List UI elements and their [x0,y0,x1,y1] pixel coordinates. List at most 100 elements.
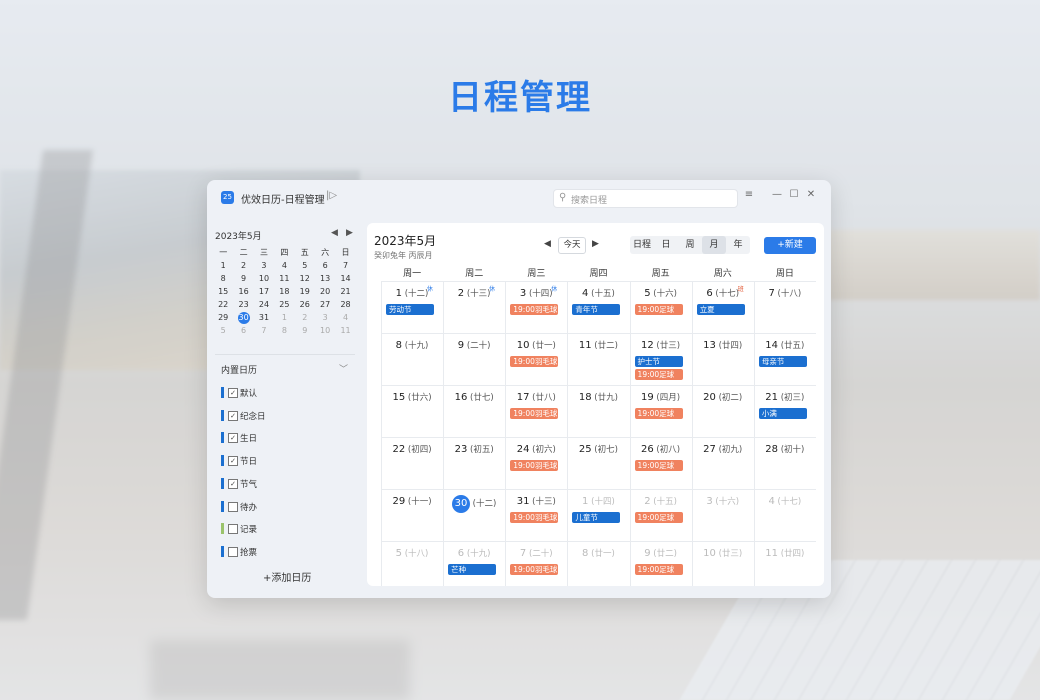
view-option-年[interactable]: 年 [726,236,750,254]
view-option-周[interactable]: 周 [678,236,702,254]
mini-next-month-icon[interactable]: ▶ [346,228,353,238]
day-cell[interactable]: 31 (十三) 19:00羽毛球 [505,489,568,541]
mini-day[interactable]: 31 [254,311,274,324]
mini-day[interactable]: 21 [335,285,355,298]
day-cell[interactable]: 21 (初三) 小满 [753,385,816,437]
mini-day[interactable]: 9 [295,324,315,337]
day-cell[interactable]: 22 (初四) [381,437,444,489]
day-cell[interactable]: 5 (十八) [381,541,444,586]
day-cell[interactable]: 13 (廿四) [691,333,754,385]
mini-day[interactable]: 28 [335,298,355,311]
calendar-checkbox[interactable]: ✓ [228,433,238,444]
calendar-checkbox[interactable] [228,501,238,512]
day-cell[interactable]: 19 (四月) 19:00足球 [629,385,692,437]
day-cell[interactable]: 10 (廿三) [691,541,754,586]
day-cell[interactable]: 6 (十七) 班立夏 [691,281,754,333]
mini-day[interactable]: 1 [274,311,294,324]
day-cell[interactable]: 1 (十二) 休劳动节 [381,281,444,333]
event-chip[interactable]: 青年节 [572,304,621,315]
mini-day[interactable]: 8 [213,272,233,285]
day-cell[interactable]: 8 (十九) [381,333,444,385]
day-cell[interactable]: 23 (初五) [443,437,506,489]
mini-day[interactable]: 2 [233,259,253,272]
mini-day[interactable]: 15 [213,285,233,298]
calendar-item[interactable]: 记录 [221,522,351,536]
mini-day[interactable]: 3 [254,259,274,272]
calendar-checkbox[interactable]: ✓ [228,410,238,421]
mini-day[interactable]: 30 [233,311,253,324]
day-cell[interactable]: 3 (十六) [691,489,754,541]
day-cell[interactable]: 11 (廿四) [753,541,816,586]
day-cell[interactable]: 20 (初二) [691,385,754,437]
mini-day[interactable]: 5 [213,324,233,337]
day-cell[interactable]: 7 (二十) 19:00羽毛球 [505,541,568,586]
day-cell[interactable]: 18 (廿九) [567,385,630,437]
chevron-down-icon[interactable]: ﹀ [339,362,348,375]
day-cell[interactable]: 28 (初十) [753,437,816,489]
day-cell[interactable]: 1 (十四) 儿童节 [567,489,630,541]
next-month-icon[interactable]: ▶ [592,239,599,249]
mini-day[interactable]: 10 [315,324,335,337]
day-cell[interactable]: 30 (十二) [443,489,506,541]
mini-day[interactable]: 2 [295,311,315,324]
event-chip[interactable]: 19:00羽毛球 [510,408,559,419]
day-cell[interactable]: 29 (十一) [381,489,444,541]
event-chip[interactable]: 19:00羽毛球 [510,460,559,471]
mini-day[interactable]: 29 [213,311,233,324]
mini-day[interactable]: 16 [233,285,253,298]
mini-day[interactable]: 22 [213,298,233,311]
day-cell[interactable]: 7 (十八) [753,281,816,333]
mini-day[interactable]: 27 [315,298,335,311]
day-cell[interactable]: 10 (廿一) 19:00羽毛球 [505,333,568,385]
event-chip[interactable]: 19:00足球 [634,408,683,419]
day-cell[interactable]: 24 (初六) 19:00羽毛球 [505,437,568,489]
event-chip[interactable]: 劳动节 [386,304,434,315]
mini-day[interactable]: 10 [254,272,274,285]
event-chip[interactable]: 护士节 [634,356,683,367]
close-icon[interactable]: ✕ [804,189,818,200]
mini-day[interactable]: 24 [254,298,274,311]
calendar-checkbox[interactable] [228,546,238,557]
calendar-checkbox[interactable] [228,524,238,535]
mini-day[interactable]: 8 [274,324,294,337]
calendar-item[interactable]: ✓ 生日 [221,431,351,445]
calendar-item[interactable]: ✓ 节气 [221,477,351,491]
add-calendar-button[interactable]: +添加日历 [263,569,311,584]
minimize-icon[interactable]: — [770,189,784,200]
mini-day[interactable]: 18 [274,285,294,298]
event-chip[interactable]: 19:00足球 [634,460,683,471]
calendar-item[interactable]: 抢票 [221,545,351,559]
event-chip[interactable]: 立夏 [696,304,745,315]
day-cell[interactable]: 16 (廿七) [443,385,506,437]
mini-day[interactable]: 5 [295,259,315,272]
mini-day[interactable]: 12 [295,272,315,285]
mini-day[interactable]: 25 [274,298,294,311]
day-cell[interactable]: 11 (廿二) [567,333,630,385]
day-cell[interactable]: 4 (十五) 青年节 [567,281,630,333]
event-chip[interactable]: 母亲节 [758,356,807,367]
event-chip[interactable]: 19:00羽毛球 [510,564,559,575]
view-option-日[interactable]: 日 [654,236,678,254]
day-cell[interactable]: 9 (廿二) 19:00足球 [629,541,692,586]
mini-day[interactable]: 13 [315,272,335,285]
day-cell[interactable]: 6 (十九) 芒种 [443,541,506,586]
calendar-checkbox[interactable]: ✓ [228,456,238,467]
search-input[interactable]: ⚲ 搜索日程 [553,189,738,208]
mini-day[interactable]: 9 [233,272,253,285]
event-chip[interactable]: 19:00羽毛球 [510,512,559,523]
calendar-item[interactable]: 待办 [221,500,351,514]
sidebar-collapse-icon[interactable]: |▷ [326,190,337,201]
view-option-月[interactable]: 月 [702,236,726,254]
day-cell[interactable]: 2 (十三) 休 [443,281,506,333]
day-cell[interactable]: 4 (十七) [753,489,816,541]
day-cell[interactable]: 15 (廿六) [381,385,444,437]
day-cell[interactable]: 3 (十四) 休 19:00羽毛球 [505,281,568,333]
day-cell[interactable]: 5 (十六) 19:00足球 [629,281,692,333]
event-chip[interactable]: 芒种 [448,564,497,575]
new-event-button[interactable]: +新建 [764,237,816,254]
day-cell[interactable]: 8 (廿一) [567,541,630,586]
mini-day[interactable]: 11 [335,324,355,337]
day-cell[interactable]: 12 (廿三) 护士节 19:00足球 [629,333,692,385]
mini-day[interactable]: 4 [274,259,294,272]
event-chip[interactable]: 儿童节 [572,512,621,523]
